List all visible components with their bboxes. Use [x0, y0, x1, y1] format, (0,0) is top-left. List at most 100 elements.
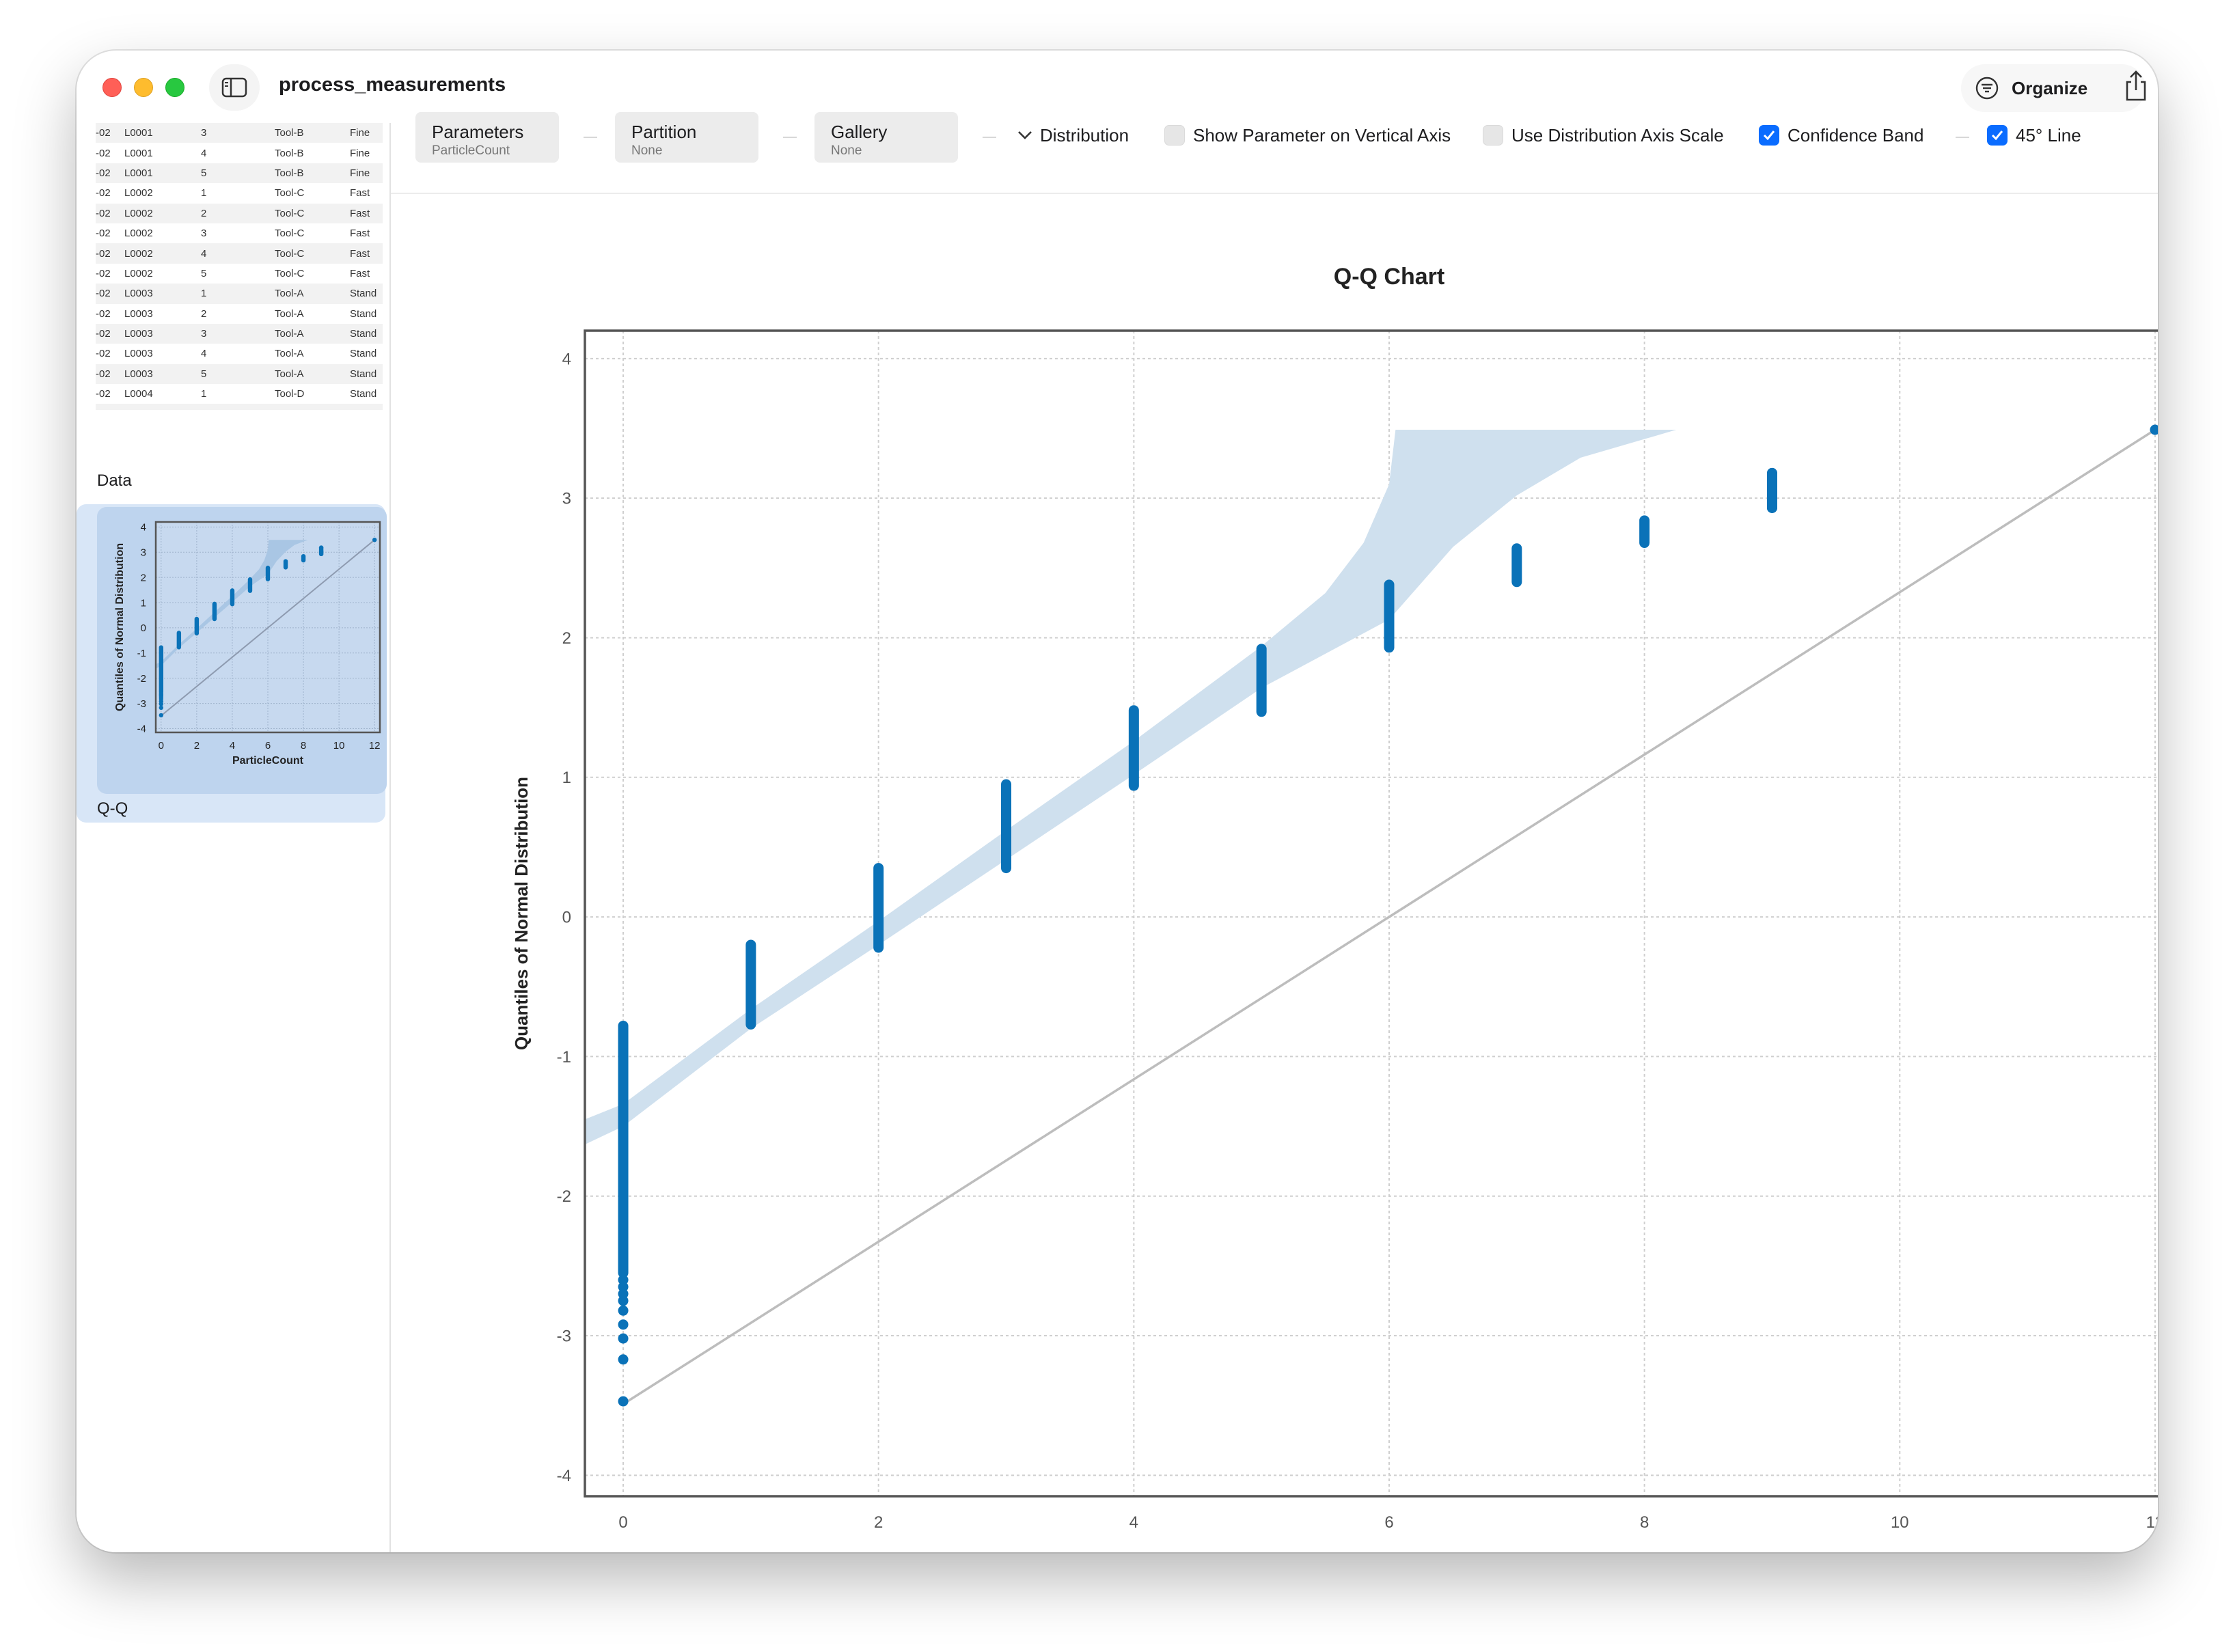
table-cell: -02 [96, 247, 111, 260]
table-row[interactable]: -02 L0003 5 Tool-A Stand [96, 363, 383, 385]
sidebar: -02 L0001 3 Tool-B Fine -02 L0001 4 Tool-B Fine -0… [77, 123, 391, 1552]
table-cell: -02 [96, 348, 111, 360]
table-cell: 2 [201, 409, 275, 410]
show-parameter-vertical-checkbox[interactable]: Show Parameter on Vertical Axis [1164, 122, 1451, 149]
organize-label: Organize [2012, 78, 2088, 98]
zoom-button[interactable] [165, 78, 184, 97]
use-distribution-axis-scale-checkbox[interactable]: Use Distribution Axis Scale [1483, 122, 1724, 149]
table-cell: 1 [201, 388, 207, 400]
checkbox-unchecked[interactable] [1483, 125, 1503, 146]
close-button[interactable] [102, 78, 122, 97]
y-tick-label: -2 [557, 1187, 571, 1206]
parameters-selector[interactable]: Parameters ParticleCount [415, 112, 559, 163]
confidence-band-checkbox[interactable]: Confidence Band [1759, 122, 1923, 149]
table-cell: L0002 [124, 207, 153, 219]
x-tick-label: 4 [230, 740, 235, 752]
table-cell: L0002 [124, 247, 153, 260]
table-cell: Tool-C [275, 207, 305, 219]
partition-selector[interactable]: Partition None [615, 112, 758, 163]
y-tick-label: 3 [141, 547, 146, 559]
y-tick-label: 0 [562, 909, 571, 927]
y-tick-label: 4 [141, 522, 146, 534]
table-row[interactable]: -02 L0003 3 Tool-A Stand [96, 323, 383, 344]
organize-button[interactable]: Organize [1961, 64, 2146, 112]
minimize-button[interactable] [134, 78, 153, 97]
table-row[interactable]: -02 L0002 2 Tool-C Fast [96, 203, 383, 223]
checkbox-checked[interactable] [1987, 125, 2008, 146]
option-label: 45° Line [2016, 124, 2081, 146]
table-cell: Stand [350, 368, 377, 380]
option-label: Confidence Band [1787, 124, 1924, 146]
line-45-checkbox[interactable]: 45° Line [1987, 122, 2081, 149]
table-cell: Stand [350, 288, 377, 300]
partition-value: None [631, 143, 663, 158]
sidebar-item-data-label[interactable]: Data [97, 471, 132, 491]
x-tick-label: 6 [265, 740, 271, 752]
qq-thumbnail[interactable]: 0 2 4 6 8 10 12 -4 -3 -2 -1 0 1 2 3 4 ParticleCount Quant… [97, 507, 387, 794]
y-tick-label: -1 [557, 1048, 571, 1066]
table-cell: 3 [201, 127, 207, 139]
table-row[interactable]: -02 L0001 3 Tool-B Fine [96, 123, 383, 143]
table-cell: L0003 [124, 328, 153, 340]
table-row[interactable]: -02 L0002 1 Tool-C Fast [96, 183, 383, 203]
x-tick-label: 0 [159, 740, 164, 752]
table-cell: L0001 [124, 127, 153, 139]
table-cell: L0001 [124, 167, 153, 179]
table-cell: -02 [96, 167, 111, 179]
y-tick-label: 2 [141, 572, 146, 583]
data-preview-table[interactable]: -02 L0001 3 Tool-B Fine -02 L0001 4 Tool-B Fine -0… [96, 123, 383, 410]
y-tick-label: -4 [557, 1467, 571, 1485]
table-row[interactable]: -02L00042Tool-DStan [96, 404, 383, 410]
table-cell: 4 [201, 147, 207, 159]
table-cell: L0002 [124, 228, 153, 240]
table-cell: 4 [201, 247, 207, 260]
x-tick-label: 0 [618, 1513, 627, 1532]
table-cell: L0001 [124, 147, 153, 159]
sidebar-toggle-button[interactable] [209, 64, 260, 111]
gallery-value: None [831, 143, 862, 158]
table-row[interactable]: -02 L0003 1 Tool-A Stand [96, 284, 383, 304]
share-icon[interactable] [2122, 70, 2150, 102]
table-cell: L0004 [124, 409, 201, 410]
table-cell: -02 [96, 288, 111, 300]
table-cell: L0003 [124, 307, 153, 320]
table-row[interactable]: -02 L0002 4 Tool-C Fast [96, 243, 383, 264]
data-point [318, 545, 324, 550]
data-point [159, 705, 164, 711]
table-row[interactable]: -02 L0001 5 Tool-B Fine [96, 163, 383, 184]
table-cell: Tool-A [275, 307, 304, 320]
x-tick-label: 12 [369, 740, 381, 752]
table-row[interactable]: -02 L0003 2 Tool-A Stand [96, 304, 383, 324]
checkbox-unchecked[interactable] [1164, 125, 1185, 146]
table-cell: Stan [350, 409, 383, 410]
table-cell: Tool-B [275, 147, 304, 159]
sidebar-item-qq-label[interactable]: Q-Q [97, 799, 128, 818]
table-row[interactable]: -02 L0002 5 Tool-C Fast [96, 264, 383, 284]
table-cell: Fine [350, 127, 370, 139]
data-point [618, 1396, 629, 1407]
y-tick-label: 1 [141, 597, 146, 609]
gallery-selector[interactable]: Gallery None [814, 112, 958, 163]
plot-area [585, 331, 2158, 1496]
table-cell: Fast [350, 228, 370, 240]
table-cell: 1 [201, 187, 207, 199]
table-row[interactable]: -02 L0001 4 Tool-B Fine [96, 143, 383, 163]
table-row[interactable]: -02 L0003 4 Tool-A Stand [96, 344, 383, 363]
table-cell: Fast [350, 187, 370, 199]
parameters-label: Parameters [432, 122, 524, 142]
x-tick-label: 10 [333, 740, 345, 752]
table-cell: L0003 [124, 348, 153, 360]
qq-chart[interactable]: Q-Q Chart024681012-4-3-2-101234ParticleC… [391, 195, 2158, 1552]
checkbox-checked[interactable] [1759, 125, 1779, 146]
table-row[interactable]: -02 L0002 3 Tool-C Fast [96, 223, 383, 243]
y-tick-label: -1 [137, 648, 146, 659]
table-cell: 3 [201, 228, 207, 240]
distribution-dropdown[interactable]: Distribution [1017, 122, 1129, 149]
table-cell: L0003 [124, 368, 153, 380]
table-cell: -02 [96, 207, 111, 219]
table-cell: -02 [96, 307, 111, 320]
y-tick-label: -2 [137, 673, 146, 685]
table-cell: Tool-C [275, 187, 305, 199]
data-point [618, 1319, 629, 1330]
table-row[interactable]: -02 L0004 1 Tool-D Stand [96, 384, 383, 404]
